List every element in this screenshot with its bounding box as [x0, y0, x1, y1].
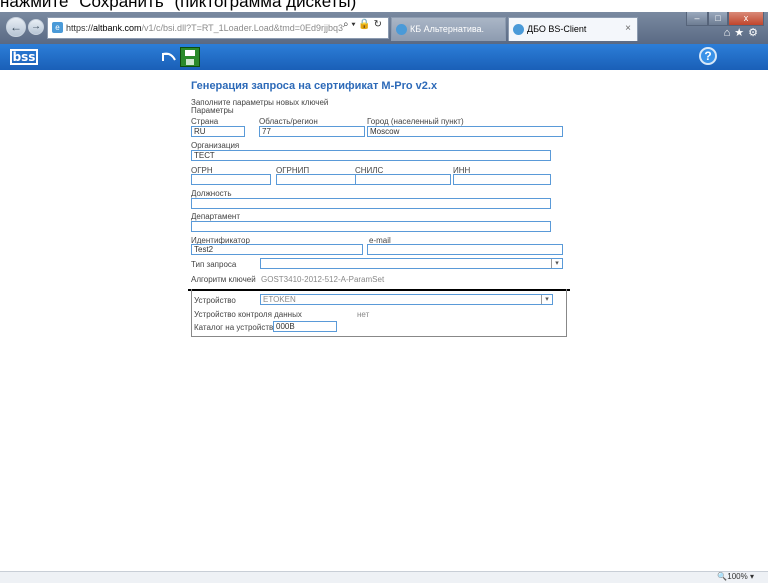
bss-logo: bss	[10, 49, 38, 65]
address-bar[interactable]: e https://altbank.com/v1/c/bsi.dll?T=RT_…	[47, 17, 389, 39]
undo-button[interactable]	[159, 47, 179, 67]
browser-icons[interactable]: ⌂★⚙	[724, 26, 762, 39]
chevron-down-icon[interactable]: ▾	[551, 259, 562, 268]
app-toolbar	[0, 44, 768, 70]
help-button[interactable]: ?	[699, 47, 717, 65]
country-label: Страна	[191, 117, 219, 126]
url-scheme: https://	[66, 23, 94, 33]
city-field[interactable]: Moscow	[367, 126, 563, 137]
organization-label: Организация	[191, 141, 240, 150]
country-field[interactable]: RU	[191, 126, 245, 137]
device-label: Устройство	[194, 296, 236, 305]
back-button[interactable]: ←	[6, 17, 26, 37]
maximize-button[interactable]: □	[708, 12, 728, 26]
home-icon[interactable]: ⌂	[724, 27, 735, 39]
ie-icon	[396, 24, 407, 35]
department-label: Департамент	[191, 212, 240, 221]
instruction-caption: нажмите "Сохранить" (пиктограмма дискеты…	[0, 0, 357, 11]
help-icon: ?	[704, 49, 712, 63]
ie-icon	[513, 24, 524, 35]
forward-button[interactable]: →	[28, 19, 44, 35]
tab-altbank[interactable]: КБ Альтернатива.	[391, 17, 506, 41]
request-type-label: Тип запроса	[191, 260, 237, 269]
certificate-request-form: Генерация запроса на сертификат M-Pro v2…	[188, 78, 570, 340]
form-title: Генерация запроса на сертификат M-Pro v2…	[191, 80, 438, 92]
request-type-select[interactable]: ▾	[260, 258, 563, 269]
device-select[interactable]: ETOKEN ▾	[260, 294, 553, 305]
catalog-label: Каталог на устройстве	[194, 323, 278, 332]
forward-arrow-icon: →	[31, 21, 41, 32]
page: нажмите "Сохранить" (пиктограмма дискеты…	[0, 0, 768, 583]
close-tab-icon[interactable]: ×	[625, 18, 631, 40]
url-host: altbank.com	[93, 23, 142, 33]
city-label: Город (населенный пункт)	[367, 117, 464, 126]
algorithm-value: GOST3410-2012-512-A-ParamSet	[261, 275, 385, 284]
identifier-field[interactable]: Test2	[191, 244, 363, 255]
url-path: /v1/c/bsi.dll?T=RT_1Loader.Load&tmd=0Ed9…	[141, 23, 344, 33]
chevron-down-icon[interactable]: ▾	[541, 295, 552, 304]
address-tools[interactable]: ⌕ ▾ 🔒 ↻	[343, 19, 382, 30]
tab-title: ДБО BS-Client	[527, 24, 587, 34]
inn-field[interactable]	[453, 174, 551, 185]
position-label: Должность	[191, 189, 232, 198]
device-value: ETOKEN	[263, 295, 296, 304]
close-window-button[interactable]: x	[728, 12, 764, 26]
tab-bs-client[interactable]: ДБО BS-Client ×	[508, 17, 638, 41]
star-icon[interactable]: ★	[734, 27, 748, 39]
zoom-control[interactable]: 🔍100% ▾	[717, 572, 754, 581]
status-bar	[0, 571, 768, 583]
snils-field[interactable]	[355, 174, 451, 185]
algorithm-label: Алгоритм ключей	[191, 275, 256, 284]
zoom-level: 100%	[727, 572, 748, 581]
gear-icon[interactable]: ⚙	[748, 27, 762, 39]
params-label: Параметры	[191, 106, 234, 115]
zoom-icon: 🔍	[717, 572, 728, 581]
email-field[interactable]	[367, 244, 563, 255]
control-device-label: Устройство контроля данных	[194, 310, 302, 319]
tab-title: КБ Альтернатива.	[410, 24, 485, 34]
back-arrow-icon: ←	[10, 20, 22, 34]
organization-field[interactable]: ТЕСТ	[191, 150, 551, 161]
catalog-field[interactable]: 000B	[273, 321, 337, 332]
region-label: Область/регион	[259, 117, 318, 126]
ogrn-field[interactable]	[191, 174, 271, 185]
ogrnip-field[interactable]	[276, 174, 360, 185]
site-icon: e	[52, 22, 63, 33]
minimize-button[interactable]: –	[686, 12, 708, 26]
undo-icon	[162, 52, 176, 61]
department-field[interactable]	[191, 221, 551, 232]
control-device-value: нет	[357, 310, 370, 319]
region-field[interactable]: 77	[259, 126, 365, 137]
save-button[interactable]	[180, 47, 200, 67]
position-field[interactable]	[191, 198, 551, 209]
